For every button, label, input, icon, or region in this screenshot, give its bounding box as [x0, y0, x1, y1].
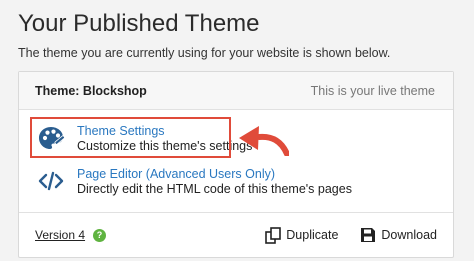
theme-name: Theme: Blockshop: [35, 83, 147, 98]
download-icon: [361, 228, 376, 242]
page-title: Your Published Theme: [18, 10, 260, 37]
version-link[interactable]: Version 4: [35, 228, 85, 242]
duplicate-icon: [265, 226, 282, 244]
page-editor-description: Directly edit the HTML code of this them…: [77, 182, 352, 196]
duplicate-button[interactable]: Duplicate: [265, 226, 339, 244]
footer-actions: Duplicate Download: [243, 226, 437, 244]
code-icon: [37, 167, 65, 195]
help-icon[interactable]: ?: [93, 228, 107, 242]
page-editor-option[interactable]: Page Editor (Advanced Users Only) Direct…: [37, 167, 352, 197]
page-editor-link[interactable]: Page Editor (Advanced Users Only): [77, 167, 352, 182]
duplicate-label: Duplicate: [286, 228, 339, 242]
theme-card: Theme: Blockshop This is your live theme…: [18, 71, 454, 258]
download-label: Download: [381, 228, 437, 242]
highlight-box: [30, 117, 231, 158]
download-button[interactable]: Download: [360, 227, 437, 243]
card-footer: Version 4 ? Duplicate Download: [19, 212, 453, 257]
card-header: Theme: Blockshop This is your live theme: [19, 72, 453, 110]
live-theme-label: This is your live theme: [310, 83, 435, 98]
pointer-arrow-icon: [239, 126, 289, 156]
page-subtitle: The theme you are currently using for yo…: [18, 46, 391, 60]
